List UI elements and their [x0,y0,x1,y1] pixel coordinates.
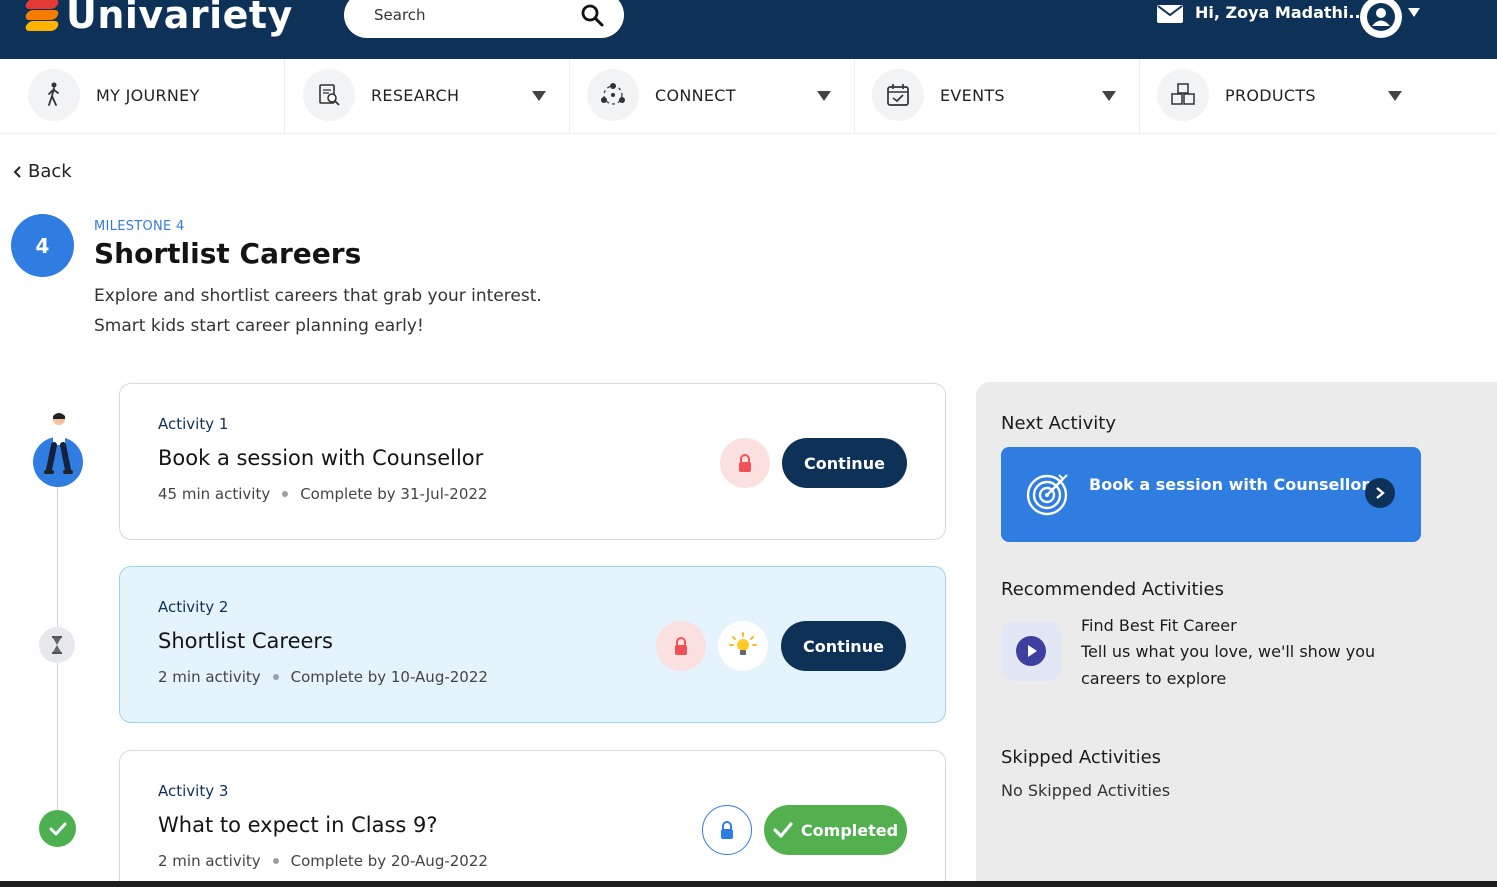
activity-card[interactable]: Activity 2 Shortlist Careers 2 min activ… [119,566,946,723]
user-avatar[interactable] [1360,0,1402,38]
recommended-heading: Recommended Activities [1001,579,1224,600]
chevron-right-icon[interactable] [1365,478,1395,508]
completed-label: Completed [800,820,899,840]
chevron-down-icon [1102,91,1116,101]
play-icon [1016,636,1046,666]
activity-label: Activity 1 [158,415,229,433]
search-icon[interactable] [580,3,604,27]
lock-button[interactable] [656,621,706,671]
nav-label: EVENTS [940,86,1005,105]
recommended-activity-desc: Tell us what you love, we'll show you [1081,642,1376,661]
nav-label: RESEARCH [371,86,460,105]
next-activity-card[interactable]: Book a session with Counsellor [1001,447,1421,542]
lock-button[interactable] [720,438,770,488]
boxes-icon [1157,69,1209,121]
document-search-icon [303,69,355,121]
lightbulb-icon [729,632,757,655]
idea-button[interactable] [718,621,768,671]
milestone-description: Smart kids start career planning early! [94,316,424,336]
activity-meta: 2 min activity Complete by 10-Aug-2022 [158,668,488,686]
person-progress-icon [33,413,83,487]
user-icon [1367,3,1395,31]
chevron-down-icon [532,91,546,101]
search-input[interactable]: Search [344,0,624,38]
univariety-logo[interactable]: Univariety [24,0,293,40]
lock-button[interactable] [702,805,752,855]
chevron-down-icon [1388,91,1402,101]
play-video-button[interactable] [1001,621,1061,681]
continue-button[interactable]: Continue [781,621,906,671]
lock-icon [739,454,751,472]
check-icon [773,822,793,838]
page-title: Shortlist Careers [94,237,362,270]
activity-title: Book a session with Counsellor [158,446,484,470]
next-activity-heading: Next Activity [1001,413,1116,434]
lock-icon [675,637,687,655]
recommended-activity-title[interactable]: Find Best Fit Career [1081,616,1237,635]
nav-item-connect[interactable]: CONNECT [570,59,855,134]
separator-dot [272,858,279,864]
window-bottom-edge [0,881,1497,887]
back-link[interactable]: Back [12,161,72,182]
activity-title: What to expect in Class 9? [158,813,438,837]
logo-text: Univariety [66,0,293,37]
activity-duration: 45 min activity [158,485,271,503]
top-header: Univariety Search Hi, Zoya Madathi... [0,0,1497,59]
target-icon [1026,474,1068,516]
activity-sidebar: Next Activity Book a session with Counse… [976,382,1497,887]
milestone-description: Explore and shortlist careers that grab … [94,286,542,306]
milestone-label: MILESTONE 4 [94,219,185,234]
chevron-left-icon [13,165,21,178]
activity-due-date: Complete by 10-Aug-2022 [290,668,488,686]
nav-label: PRODUCTS [1225,86,1316,105]
activity-title: Shortlist Careers [158,629,333,653]
activity-label: Activity 3 [158,782,229,800]
user-greeting[interactable]: Hi, Zoya Madathi... [1195,3,1367,22]
activity-meta: 45 min activity Complete by 31-Jul-2022 [158,485,487,503]
recommended-activity-desc: careers to explore [1081,669,1227,688]
nav-item-my-journey[interactable]: MY JOURNEY [0,59,285,134]
activity-duration: 2 min activity [158,668,261,686]
nav-label: CONNECT [655,86,736,105]
skipped-heading: Skipped Activities [1001,747,1162,768]
back-label: Back [28,161,72,182]
chevron-down-icon[interactable] [1408,8,1420,17]
mail-icon[interactable] [1157,5,1183,23]
activity-duration: 2 min activity [158,852,261,870]
check-icon [39,810,76,847]
activity-due-date: Complete by 20-Aug-2022 [290,852,488,870]
hourglass-icon [39,627,75,663]
lock-icon [721,821,733,839]
main-nav: MY JOURNEY RESEARCH CONNECT EVENTS PRODU… [0,59,1497,134]
continue-button[interactable]: Continue [782,438,907,488]
activity-card[interactable]: Activity 1 Book a session with Counsello… [119,383,946,540]
next-activity-title: Book a session with Counsellor [1089,475,1370,494]
logo-mark-icon [24,0,60,31]
nav-item-products[interactable]: PRODUCTS [1140,59,1497,134]
activity-due-date: Complete by 31-Jul-2022 [300,485,488,503]
walking-person-icon [28,69,80,121]
activity-label: Activity 2 [158,598,229,616]
activity-card[interactable]: Activity 3 What to expect in Class 9? 2 … [119,750,946,887]
skipped-empty-text: No Skipped Activities [1001,781,1171,800]
chevron-down-icon [817,91,831,101]
calendar-check-icon [872,69,924,121]
search-placeholder: Search [374,6,426,24]
nav-label: MY JOURNEY [96,86,200,105]
nav-item-research[interactable]: RESEARCH [285,59,570,134]
separator-dot [282,491,289,497]
nav-item-events[interactable]: EVENTS [855,59,1140,134]
separator-dot [272,674,279,680]
completed-button[interactable]: Completed [764,805,907,855]
network-icon [587,69,639,121]
activity-meta: 2 min activity Complete by 20-Aug-2022 [158,852,488,870]
milestone-number-badge: 4 [11,214,74,277]
